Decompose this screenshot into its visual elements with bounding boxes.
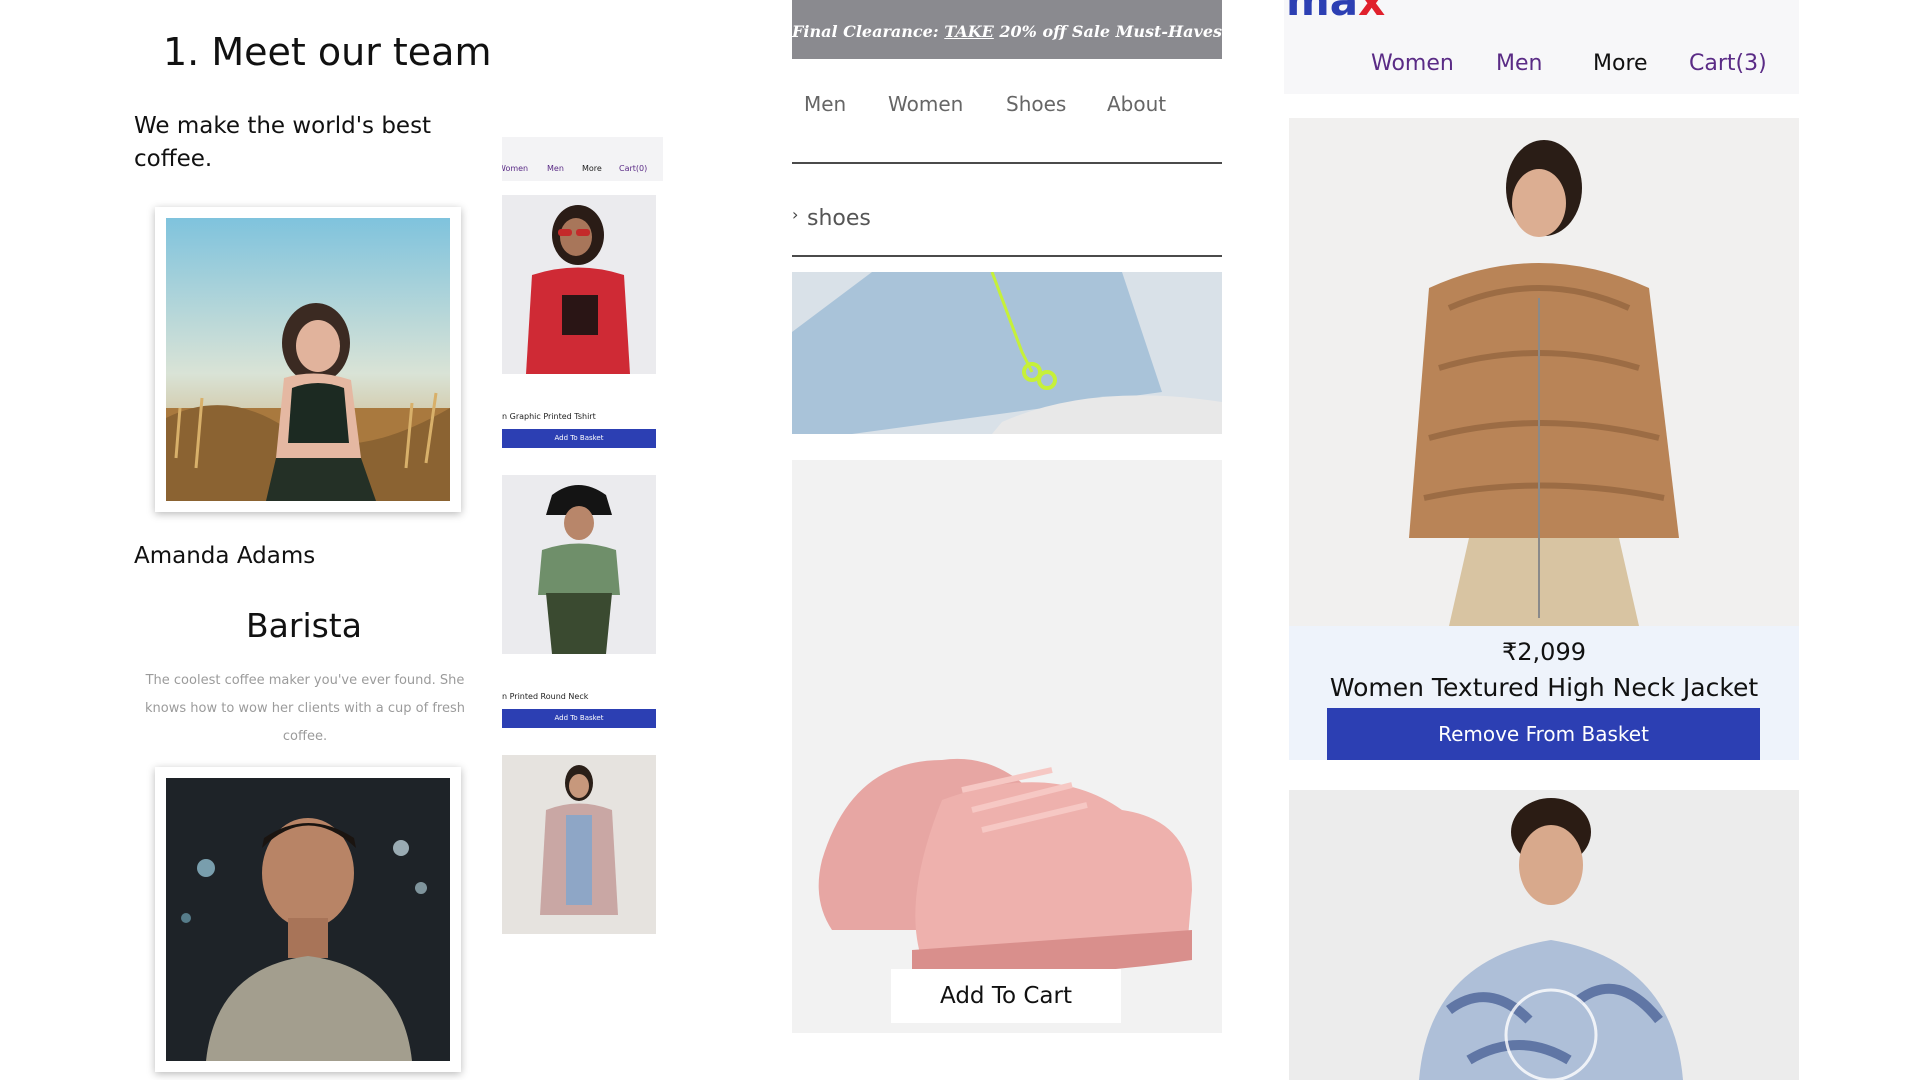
breadcrumb-divider xyxy=(792,255,1222,257)
nav-men[interactable]: Men xyxy=(804,92,846,116)
mini-add-to-basket-button-1[interactable]: Add To Basket xyxy=(502,429,656,448)
mini-product-image-1[interactable] xyxy=(502,195,656,374)
max-nav-men[interactable]: Men xyxy=(1496,51,1542,76)
mini-product-image-2[interactable] xyxy=(502,475,656,654)
pants-hero-image xyxy=(792,272,1222,434)
mini-nav-men[interactable]: Men xyxy=(547,164,564,173)
product-name[interactable]: Women Textured High Neck Jacket xyxy=(1289,673,1799,702)
nav-about[interactable]: About xyxy=(1107,92,1166,116)
photo-card-woman xyxy=(155,207,461,512)
mini-nav-cart[interactable]: Cart(0) xyxy=(619,164,647,173)
promo-banner[interactable]: Final Clearance: TAKE 20% off Sale Must-… xyxy=(792,0,1222,59)
mini-store-nav: Women Men More Cart(0) xyxy=(502,137,663,181)
max-header: max Women Men More Cart(3) xyxy=(1284,0,1799,94)
max-nav-cart[interactable]: Cart(3) xyxy=(1689,51,1767,76)
max-nav-more[interactable]: More xyxy=(1593,51,1648,76)
max-logo[interactable]: max xyxy=(1286,0,1385,25)
mini-product-title-2[interactable]: n Printed Round Neck xyxy=(502,692,588,701)
man-portrait-photo xyxy=(166,778,450,1061)
jacket-product-image[interactable] xyxy=(1289,118,1799,626)
promo-take-link[interactable]: TAKE xyxy=(944,22,994,41)
add-to-cart-button[interactable]: Add To Cart xyxy=(891,969,1121,1023)
logo-letter-x: x xyxy=(1358,0,1386,25)
hoodie-product-image[interactable] xyxy=(1289,790,1799,1080)
photo-card-man xyxy=(155,767,461,1072)
breadcrumb-chevron-icon: › xyxy=(792,205,799,224)
mini-product-image-3[interactable] xyxy=(502,755,656,934)
remove-from-basket-button[interactable]: Remove From Basket xyxy=(1327,708,1760,760)
mini-add-to-basket-button-2[interactable]: Add To Basket xyxy=(502,709,656,728)
shoe-product-card[interactable] xyxy=(792,460,1222,1033)
logo-letter-a: a xyxy=(1329,0,1359,25)
mini-nav-more[interactable]: More xyxy=(582,164,602,173)
breadcrumb-shoes[interactable]: shoes xyxy=(807,206,871,231)
nav-divider xyxy=(792,162,1222,164)
nav-shoes[interactable]: Shoes xyxy=(1006,92,1066,116)
team-tagline: We make the world's best coffee. xyxy=(134,113,432,172)
promo-text-before: Final Clearance: xyxy=(792,22,945,41)
nav-women[interactable]: Women xyxy=(888,92,963,116)
mini-product-title-1[interactable]: n Graphic Printed Tshirt xyxy=(502,412,596,421)
logo-letter-m: m xyxy=(1286,0,1330,25)
max-nav-women[interactable]: Women xyxy=(1371,51,1454,76)
member-name: Amanda Adams xyxy=(134,543,316,569)
product-price: ₹2,099 xyxy=(1502,638,1586,666)
member-role: Barista xyxy=(246,606,362,645)
woman-field-photo xyxy=(166,218,450,501)
team-heading: 1. Meet our team xyxy=(163,30,492,74)
promo-text-after: 20% off Sale Must-Haves xyxy=(993,22,1223,41)
mini-nav-women[interactable]: Women xyxy=(502,164,528,173)
member-bio: The coolest coffee maker you've ever fou… xyxy=(145,673,465,744)
